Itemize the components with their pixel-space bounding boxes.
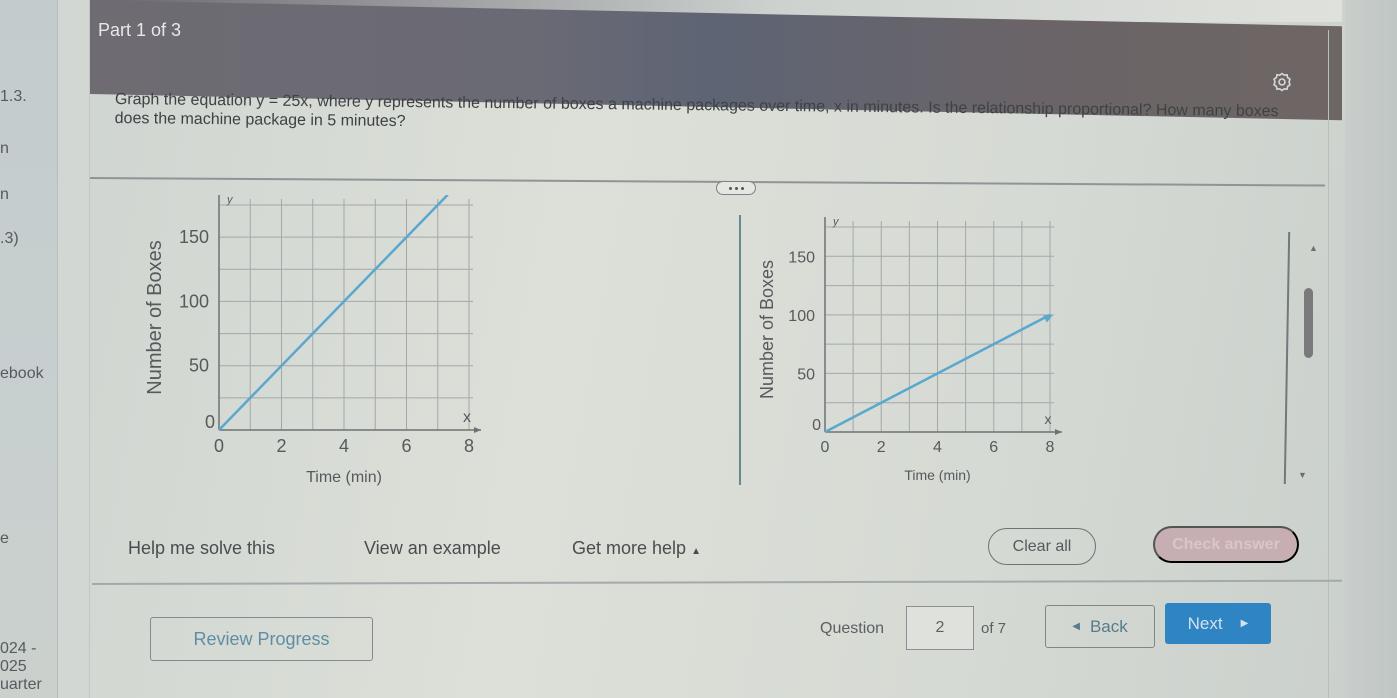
x-tick-label: 4	[933, 439, 942, 456]
x-tick-label: 6	[401, 436, 411, 456]
answer-choice-a[interactable]: 0 2 4 6 8 0 50 100 150 x y Time (min) Number of Boxe…	[112, 193, 492, 505]
y-tick-label: 150	[179, 227, 209, 247]
ellipsis-icon	[728, 186, 732, 190]
sidebar-item-term: uarter	[0, 676, 42, 693]
right-edge	[1345, 0, 1397, 698]
y-tick-label: 150	[788, 249, 815, 266]
choice-divider	[739, 215, 741, 485]
x-axis-title: Time (min)	[904, 467, 970, 483]
x-tick-label: 6	[989, 439, 998, 456]
x-axis-letter: x	[1045, 411, 1052, 427]
gear-icon[interactable]	[1272, 72, 1292, 92]
scrollbar-track[interactable]	[1283, 232, 1291, 484]
sidebar-item-term: 024 -	[0, 640, 37, 657]
ellipsis-dot	[734, 186, 738, 190]
y-axis-letter: y	[226, 195, 234, 206]
get-more-help-label: Get more help	[572, 538, 687, 558]
y-tick-label: 50	[797, 366, 815, 383]
x-tick-label: 2	[877, 439, 886, 456]
expand-more-button[interactable]	[716, 181, 756, 195]
y-tick-label: 0	[812, 417, 821, 434]
sidebar-item[interactable]: .3)	[0, 230, 19, 248]
y-axis-title: Number of Boxes	[144, 240, 166, 395]
question-number-input[interactable]	[906, 606, 974, 650]
question-label: Question	[820, 620, 885, 637]
sidebar-item-problem[interactable]: 1.3.	[0, 88, 27, 106]
sidebar-item[interactable]: e	[0, 530, 9, 548]
scrollbar-thumb[interactable]	[1304, 288, 1313, 358]
review-progress-button[interactable]: Review Progress	[150, 617, 373, 661]
sidebar-item-ebook[interactable]: ebook	[0, 365, 44, 383]
caret-up-icon: ▲	[691, 546, 701, 557]
sidebar-item-term: 025	[0, 658, 27, 675]
question-total: of 7	[981, 620, 1007, 637]
x-axis-arrow-icon	[1055, 429, 1062, 435]
y-tick-label: 0	[205, 412, 215, 432]
x-tick-label: 8	[1046, 439, 1055, 456]
data-line	[218, 193, 449, 431]
chart-a-svg: 0 2 4 6 8 0 50 100 150 x y Time (min) Number of Boxe…	[144, 193, 481, 486]
x-tick-label: 0	[821, 439, 830, 456]
x-tick-label: 4	[339, 436, 349, 456]
panel-border	[1328, 30, 1329, 698]
gutter	[58, 0, 90, 698]
x-tick-label: 0	[214, 436, 224, 456]
y-tick-label: 100	[179, 291, 209, 311]
caret-left-icon: ◀	[1072, 621, 1080, 632]
get-more-help-link[interactable]: Get more help ▲	[572, 538, 701, 559]
caret-right-icon: ▶	[1240, 618, 1249, 629]
clear-all-button[interactable]: Clear all	[988, 528, 1096, 565]
scroll-up-arrow-icon[interactable]: ▲	[1309, 243, 1318, 253]
next-button[interactable]: Next ▶	[1165, 603, 1271, 644]
ellipsis-dot	[740, 186, 744, 190]
view-example-link[interactable]: View an example	[364, 538, 501, 559]
check-answer-button[interactable]: Check answer	[1153, 526, 1299, 563]
y-tick-label: 100	[788, 308, 815, 325]
y-axis-title: Number of Boxes	[757, 260, 777, 399]
x-axis-letter: x	[463, 409, 471, 426]
x-axis-title: Time (min)	[306, 469, 382, 486]
divider	[89, 177, 1325, 187]
line-arrow-icon	[1043, 314, 1053, 323]
sidebar-item[interactable]: n	[0, 186, 9, 204]
sidebar-item[interactable]: n	[0, 140, 9, 158]
chart-b-svg: 0 2 4 6 8 0 50 100 150 x y Time (min) Number of Boxe…	[757, 216, 1062, 483]
back-button[interactable]: ◀ Back	[1045, 605, 1155, 648]
x-tick-label: 2	[276, 436, 286, 456]
y-axis-letter: y	[832, 216, 840, 228]
x-axis-arrow-icon	[474, 427, 481, 433]
back-label: Back	[1089, 616, 1128, 636]
sidebar: 1.3. n n .3) ebook e 024 - 025 uarter	[0, 0, 58, 698]
x-tick-label: 8	[464, 436, 474, 456]
scroll-down-arrow-icon[interactable]: ▼	[1298, 470, 1307, 480]
help-me-solve-link[interactable]: Help me solve this	[128, 538, 275, 559]
next-label: Next	[1187, 613, 1223, 633]
answer-choice-b[interactable]: 0 2 4 6 8 0 50 100 150 x y Time (min) Number of Boxe…	[745, 215, 1075, 505]
part-label: Part 1 of 3	[98, 20, 182, 40]
divider	[92, 579, 1343, 585]
y-tick-label: 50	[189, 356, 209, 376]
